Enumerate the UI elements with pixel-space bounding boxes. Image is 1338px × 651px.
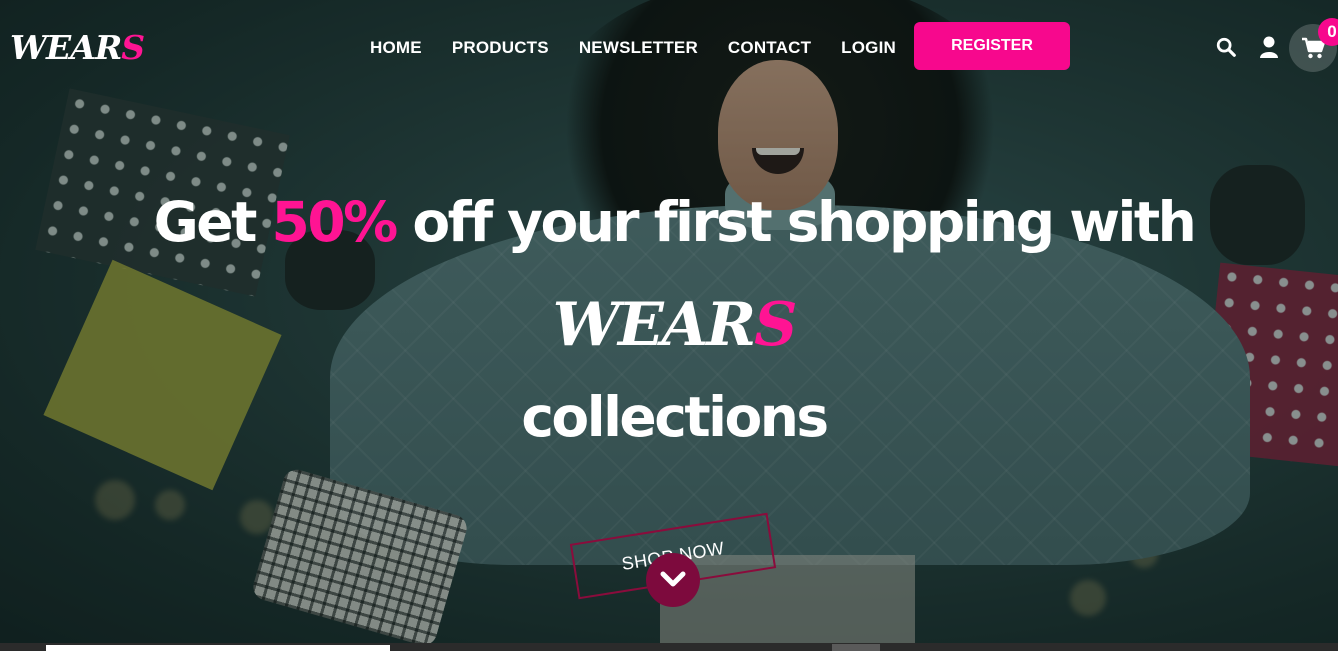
hero-headline: Get 50% off your first shopping with <box>0 190 1338 254</box>
bottom-strip-segment <box>832 644 880 651</box>
nav-products[interactable]: PRODUCTS <box>437 38 564 58</box>
register-button[interactable]: REGISTER <box>914 22 1070 70</box>
site-logo[interactable]: WEARS <box>10 28 145 67</box>
scroll-down-button[interactable] <box>646 553 700 607</box>
nav-home[interactable]: HOME <box>355 38 437 58</box>
main-nav: HOME PRODUCTS NEWSLETTER CONTACT LOGIN <box>355 38 911 58</box>
bottom-strip-panel <box>46 645 390 651</box>
nav-contact[interactable]: CONTACT <box>713 38 826 58</box>
search-icon[interactable] <box>1213 34 1239 60</box>
logo-accent: S <box>121 28 145 67</box>
brand-main: WEAR <box>552 290 757 360</box>
brand-accent: S <box>754 290 797 360</box>
hero-collections: collections <box>521 385 829 449</box>
logo-main: WEAR <box>10 28 122 67</box>
cart-count-badge: 0 <box>1318 18 1338 46</box>
headline-part1: Get <box>153 190 272 254</box>
chevron-down-icon <box>660 571 686 587</box>
headline-part2: off your first shopping with <box>395 190 1196 254</box>
nav-newsletter[interactable]: NEWSLETTER <box>564 38 713 58</box>
hero-brand: WEARS <box>0 290 1338 360</box>
nav-login[interactable]: LOGIN <box>826 38 911 58</box>
headline-discount: 50% <box>271 190 399 254</box>
user-icon[interactable] <box>1256 34 1282 60</box>
